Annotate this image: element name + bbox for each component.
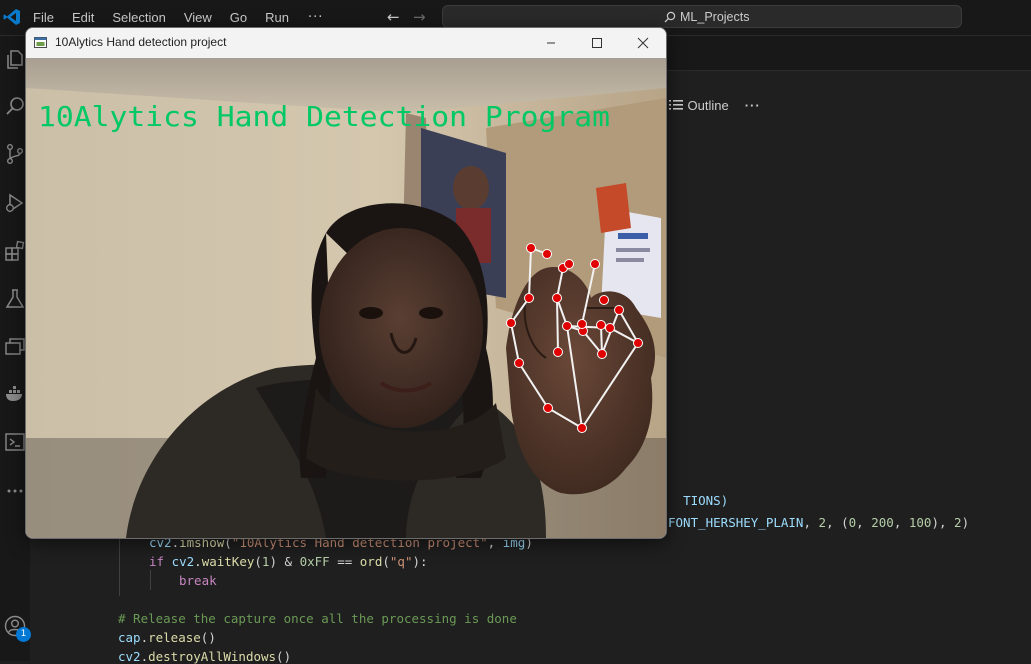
menu-file[interactable]: File xyxy=(24,10,63,25)
vscode-logo-icon[interactable] xyxy=(3,8,21,26)
code-line-if-waitkey[interactable]: if cv2.waitKey(1) & 0xFF == ord("q"): xyxy=(149,554,428,569)
menu-selection[interactable]: Selection xyxy=(103,10,174,25)
person-face xyxy=(319,228,483,428)
menu-go[interactable]: Go xyxy=(221,10,256,25)
maximize-icon[interactable] xyxy=(587,34,607,52)
webcam-frame: 10Alytics Hand Detection Program xyxy=(26,58,666,538)
code-line-comment[interactable]: # Release the capture once all the proce… xyxy=(118,611,517,626)
menu-edit[interactable]: Edit xyxy=(63,10,103,25)
explorer-icon[interactable] xyxy=(4,48,26,70)
menu-run[interactable]: Run xyxy=(256,10,298,25)
window-app-icon xyxy=(34,37,47,48)
outline-more-button[interactable]: ··· xyxy=(745,98,761,113)
terminal-icon[interactable] xyxy=(4,431,26,453)
code-line-break[interactable]: break xyxy=(179,573,217,588)
source-control-icon[interactable] xyxy=(4,143,26,165)
menu-more-button[interactable]: ··· xyxy=(298,10,333,25)
code-line-destroy[interactable]: cv2.destroyAllWindows() xyxy=(118,649,291,664)
search-icon xyxy=(664,11,676,22)
overlay-title-text: 10Alytics Hand Detection Program xyxy=(38,101,610,133)
outline-tab-label[interactable]: Outline xyxy=(688,98,729,113)
docker-icon[interactable] xyxy=(4,383,26,405)
outline-header: s Outline ··· xyxy=(652,94,761,116)
testing-flask-icon[interactable] xyxy=(4,288,26,310)
extensions-icon[interactable] xyxy=(4,240,26,262)
minimize-icon[interactable] xyxy=(541,34,561,52)
back-arrow-icon[interactable]: ← xyxy=(387,8,400,26)
more-views-icon[interactable] xyxy=(4,480,26,502)
opencv-window[interactable]: 10Alytics Hand detection project 10Alyti… xyxy=(25,27,667,539)
indent-guide xyxy=(150,570,151,590)
accounts-badge: 1 xyxy=(16,627,31,642)
code-line-puttext[interactable]: FONT_HERSHEY_PLAIN, 2, (0, 200, 100), 2) xyxy=(668,515,969,530)
opencv-window-title: 10Alytics Hand detection project xyxy=(55,35,227,49)
forward-arrow-icon[interactable]: → xyxy=(413,8,426,26)
remote-explorer-icon[interactable] xyxy=(4,336,26,358)
outline-list-icon xyxy=(668,100,683,110)
run-debug-icon[interactable] xyxy=(4,192,26,214)
search-view-icon[interactable] xyxy=(4,95,26,117)
indent-guide xyxy=(119,536,120,596)
opencv-window-titlebar[interactable]: 10Alytics Hand detection project xyxy=(26,28,666,58)
command-center-text: ML_Projects xyxy=(680,9,750,24)
menu-view[interactable]: View xyxy=(175,10,221,25)
code-line-release[interactable]: cap.release() xyxy=(118,630,216,645)
close-icon[interactable] xyxy=(633,34,653,52)
code-line-draw-landmarks[interactable]: TIONS) xyxy=(668,478,728,508)
command-center-search[interactable]: ML_Projects xyxy=(442,5,962,28)
